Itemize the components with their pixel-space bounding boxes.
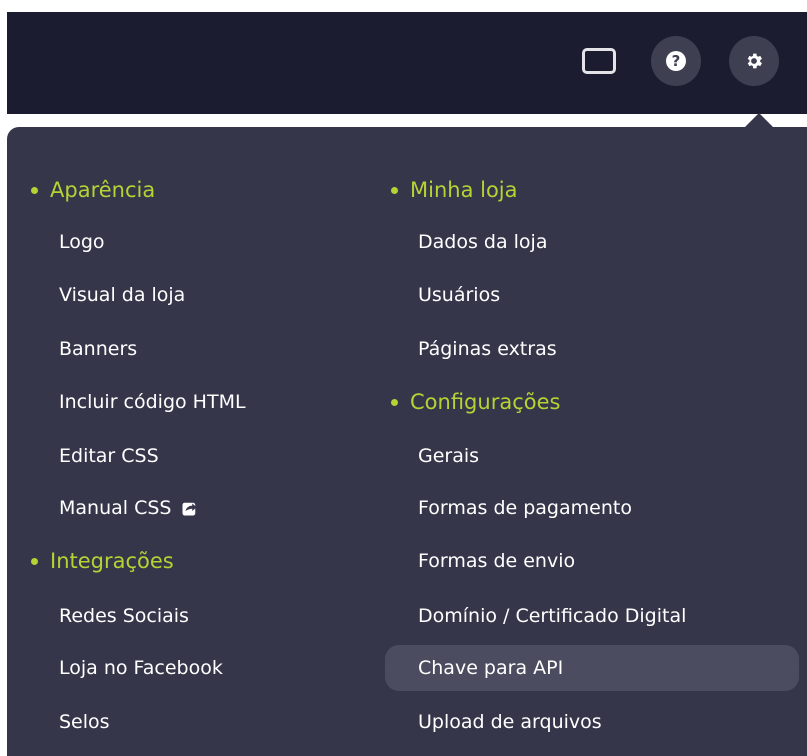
help-button[interactable]: ?	[651, 36, 701, 86]
help-icon: ?	[666, 51, 686, 71]
menu-label: Manual CSS	[59, 497, 172, 519]
menu-item-loja-no-facebook[interactable]: Loja no Facebook	[7, 645, 367, 691]
menu-label: Configurações	[410, 390, 561, 414]
menu-item-editar-css[interactable]: Editar CSS	[7, 433, 367, 479]
menu-label: Aparência	[50, 178, 156, 202]
menu-section-aparencia: Aparência	[7, 167, 367, 213]
menu-item-redes-sociais[interactable]: Redes Sociais	[7, 593, 367, 639]
settings-button[interactable]	[729, 36, 779, 86]
menu-item-chave-para-api[interactable]: Chave para API	[385, 645, 799, 691]
menu-label: Incluir código HTML	[59, 391, 246, 413]
menu-item-selos[interactable]: Selos	[7, 699, 367, 745]
external-link-icon	[181, 499, 199, 517]
menu-label: Upload de arquivos	[418, 711, 602, 733]
monitor-icon[interactable]	[582, 48, 616, 74]
menu-label: Loja no Facebook	[59, 657, 223, 679]
menu-label: Visual da loja	[59, 284, 186, 306]
menu-item-banners[interactable]: Banners	[7, 326, 367, 372]
menu-label: Chave para API	[418, 657, 564, 679]
menu-item-formas-de-pagamento[interactable]: Formas de pagamento	[385, 485, 799, 531]
menu-label: Selos	[59, 711, 110, 733]
menu-label: Usuários	[418, 284, 501, 306]
menu-label: Logo	[59, 231, 105, 253]
menu-label: Páginas extras	[418, 338, 557, 360]
menu-item-manual-css[interactable]: Manual CSS	[7, 485, 367, 531]
menu-label: Domínio / Certificado Digital	[418, 605, 687, 627]
menu-label: Integrações	[50, 549, 174, 573]
menu-item-dominio-certificado-digital[interactable]: Domínio / Certificado Digital	[385, 593, 799, 639]
menu-label: Redes Sociais	[59, 605, 189, 627]
bullet-icon	[391, 398, 398, 406]
menu-section-integracoes: Integrações	[7, 538, 367, 584]
menu-section-minha-loja: Minha loja	[385, 167, 799, 213]
menu-label: Formas de envio	[418, 550, 576, 572]
settings-dropdown-menu: Aparência Logo Visual da loja Banners Inclui…	[7, 127, 807, 756]
menu-label: Dados da loja	[418, 231, 548, 253]
menu-item-logo[interactable]: Logo	[7, 219, 367, 265]
menu-section-configuracoes: Configurações	[385, 379, 799, 425]
menu-label: Gerais	[418, 445, 480, 467]
menu-item-usuarios[interactable]: Usuários	[385, 272, 799, 318]
menu-item-gerais[interactable]: Gerais	[385, 433, 799, 479]
menu-item-paginas-extras[interactable]: Páginas extras	[385, 326, 799, 372]
gear-icon	[744, 51, 764, 71]
bullet-icon	[31, 557, 38, 565]
bullet-icon	[391, 186, 398, 194]
menu-label: Editar CSS	[59, 445, 159, 467]
bullet-icon	[31, 186, 38, 194]
menu-label: Formas de pagamento	[418, 497, 632, 519]
menu-item-upload-de-arquivos[interactable]: Upload de arquivos	[385, 699, 799, 745]
menu-item-visual-da-loja[interactable]: Visual da loja	[7, 272, 367, 318]
menu-item-dados-da-loja[interactable]: Dados da loja	[385, 219, 799, 265]
menu-item-formas-de-envio[interactable]: Formas de envio	[385, 538, 799, 584]
menu-label: Minha loja	[410, 178, 518, 202]
menu-item-incluir-codigo-html[interactable]: Incluir código HTML	[7, 379, 367, 425]
menu-label: Banners	[59, 338, 138, 360]
